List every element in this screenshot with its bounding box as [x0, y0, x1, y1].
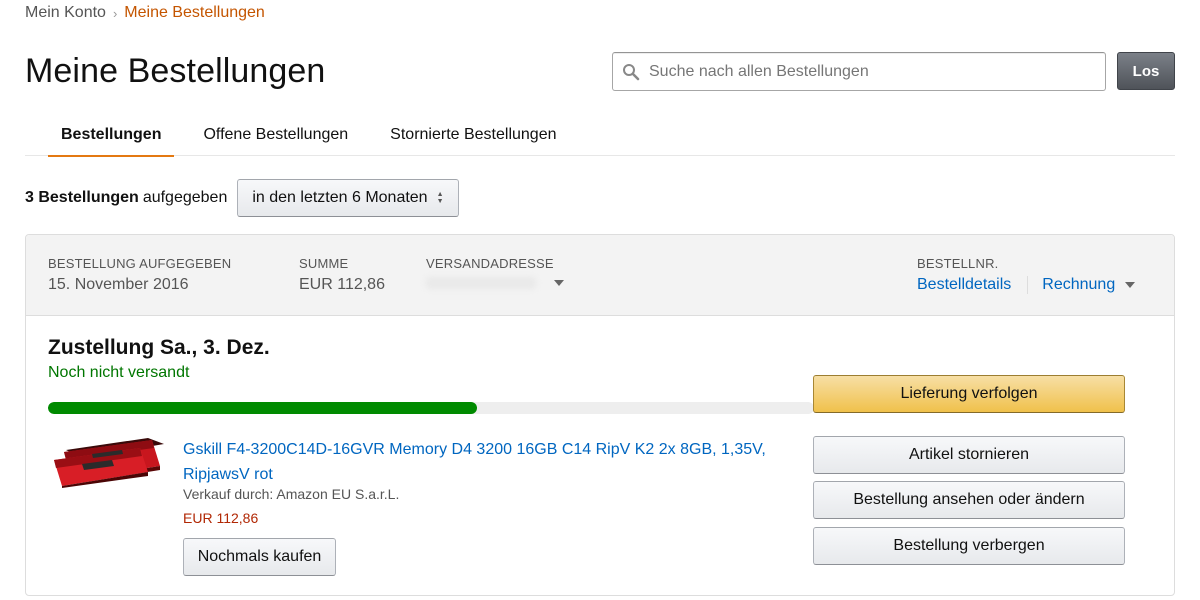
- breadcrumb-current[interactable]: Meine Bestellungen: [124, 4, 265, 22]
- hide-order-button[interactable]: Bestellung verbergen: [813, 527, 1125, 565]
- tab-cancelled-orders[interactable]: Stornierte Bestellungen: [369, 118, 577, 156]
- breadcrumb: Mein Konto › Meine Bestellungen: [25, 4, 265, 22]
- shipping-address: VERSANDADRESSE: [426, 256, 564, 289]
- order-placed: BESTELLUNG AUFGEGEBEN 15. November 2016: [48, 256, 231, 294]
- page-title: Meine Bestellungen: [25, 52, 326, 90]
- order-placed-date: 15. November 2016: [48, 276, 189, 293]
- track-delivery-button[interactable]: Lieferung verfolgen: [813, 375, 1125, 413]
- order-links: Bestelldetails Rechnung: [917, 276, 1136, 294]
- time-period-value: in den letzten 6 Monaten: [252, 189, 428, 206]
- product-title-link[interactable]: Gskill F4-3200C14D-16GVR Memory D4 3200 …: [183, 437, 803, 487]
- delivery-date: Zustellung Sa., 3. Dez.: [48, 336, 270, 359]
- invoice-link[interactable]: Rechnung: [1042, 276, 1115, 294]
- order-tabs: Bestellungen Offene Bestellungen Stornie…: [25, 118, 1175, 157]
- shipment-progress-bar: [48, 402, 814, 414]
- order-number: BESTELLNR. Bestelldetails Rechnung: [917, 256, 1136, 294]
- order-total-label: SUMME: [299, 256, 349, 271]
- cancel-items-button[interactable]: Artikel stornieren: [813, 436, 1125, 474]
- order-count-suffix: aufgegeben: [142, 189, 228, 206]
- product-seller: Verkauf durch: Amazon EU S.a.r.L.: [183, 486, 400, 502]
- shipment-status: Noch nicht versandt: [48, 364, 190, 381]
- shipment-progress-fill: [48, 402, 477, 414]
- shipping-address-toggle[interactable]: [426, 277, 564, 289]
- order-filter-row: 3 Bestellungen aufgegeben in den letzten…: [25, 179, 459, 217]
- order-search-box: [612, 52, 1106, 91]
- order-count: 3 Bestellungen: [25, 189, 139, 206]
- order-total: SUMME EUR 112,86: [299, 256, 385, 294]
- time-period-select[interactable]: in den letzten 6 Monaten ▲ ▼: [237, 179, 459, 217]
- order-total-value: EUR 112,86: [299, 276, 385, 293]
- invoice-caret-icon[interactable]: [1125, 282, 1136, 288]
- breadcrumb-separator: ›: [112, 5, 118, 21]
- order-number-label: BESTELLNR.: [917, 256, 999, 271]
- search-submit-button[interactable]: Los: [1117, 52, 1175, 90]
- select-arrows-icon: ▲ ▼: [436, 191, 444, 205]
- search-icon: [613, 63, 649, 81]
- product-image-ram-icon[interactable]: [52, 436, 170, 488]
- caret-down-icon: [554, 280, 564, 286]
- tab-open-orders[interactable]: Offene Bestellungen: [174, 118, 369, 156]
- breadcrumb-my-account-link[interactable]: Mein Konto: [25, 4, 106, 22]
- search-input[interactable]: [649, 53, 1105, 90]
- order-header: BESTELLUNG AUFGEGEBEN 15. November 2016 …: [26, 235, 1174, 316]
- order-placed-label: BESTELLUNG AUFGEGEBEN: [48, 256, 232, 271]
- redacted-address: [426, 277, 536, 289]
- tab-orders[interactable]: Bestellungen: [25, 118, 175, 157]
- link-divider: [1027, 276, 1029, 294]
- view-edit-order-button[interactable]: Bestellung ansehen oder ändern: [813, 481, 1125, 519]
- product-price: EUR 112,86: [183, 510, 259, 526]
- shipping-address-label: VERSANDADRESSE: [426, 256, 554, 271]
- order-details-link[interactable]: Bestelldetails: [917, 276, 1011, 294]
- buy-again-button[interactable]: Nochmals kaufen: [183, 538, 336, 576]
